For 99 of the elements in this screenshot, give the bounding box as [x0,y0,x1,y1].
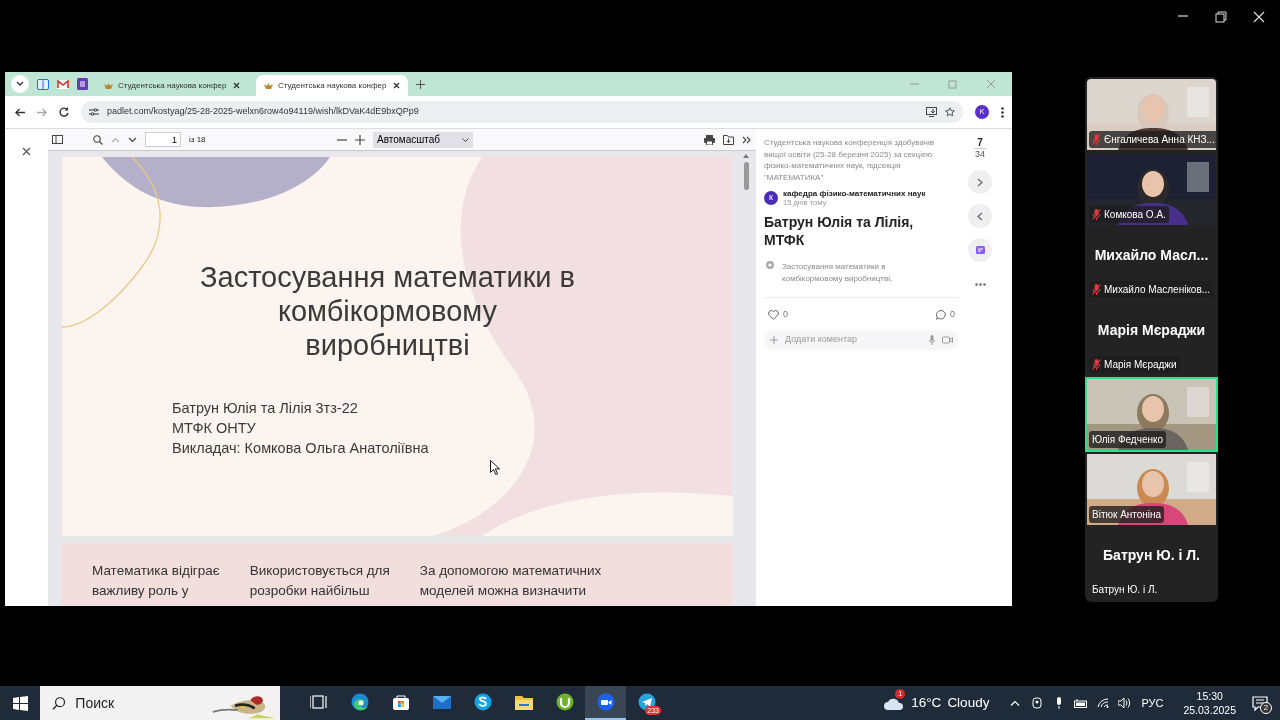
speaker-icon[interactable] [1118,698,1133,708]
participant-name-label: Комкова О.А. [1089,206,1169,223]
microphone-icon[interactable] [1056,697,1063,709]
search-icon[interactable] [93,134,103,145]
back-icon[interactable] [15,107,25,117]
search-box[interactable]: Поиск [40,686,280,720]
participant-name-label: Батрун Ю. і Л. [1091,583,1159,597]
participant-name-label: Марія Мєраджи [1089,356,1180,373]
comment-field[interactable]: Додати коментар [785,332,922,347]
crown-icon [104,81,113,90]
video-meeting-icon [596,693,615,711]
author-name: кафедра фізико-математичних наук [783,189,926,198]
slide-text: Батрун Юлія та Лілія 3тз-22 [172,399,358,418]
muted-microphone-icon [1092,359,1101,370]
store-icon [391,693,410,711]
print-icon[interactable] [704,134,715,145]
reload-icon[interactable] [59,107,69,117]
download-client-icon [555,693,574,711]
browser-tab[interactable]: Студентська наукова конфер [96,75,248,96]
arrow-up-icon[interactable] [743,154,749,158]
minus-icon[interactable] [337,138,347,141]
slide-text: МТФК ОНТУ [172,419,256,438]
attachment-link[interactable]: Застосування математики в комбікормовому виробництві, [782,261,912,284]
muted-microphone-icon [1092,284,1101,295]
page-number-field[interactable]: 1 [145,132,181,147]
task-view-icon [309,693,328,711]
message-icon [1252,695,1268,712]
site-settings-icon[interactable] [89,108,99,116]
comments-button[interactable]: 0 [936,308,955,322]
mail-icon [432,693,451,711]
slide-text: Математика відіграє важливу роль у [92,562,220,600]
participant-name-label: Юлія Федченко [1089,431,1167,448]
post-title: Батрун Юлія та Лілія, МТФК [764,213,914,249]
camera-icon[interactable] [1032,697,1043,709]
participant-name-label: Вітюк Антоніна [1089,506,1165,523]
video-camera-icon[interactable] [942,335,953,344]
form-icon[interactable] [77,78,88,90]
notification-badge: 2 [1260,702,1272,714]
battery-icon[interactable] [1074,698,1089,708]
install-app-icon[interactable] [926,107,937,117]
sidebar-icon[interactable] [52,135,63,144]
search-icon [52,695,66,711]
participant-display-name: Марія Мєраджи [1097,321,1206,340]
browser-icon [350,693,369,711]
notifications-button[interactable]: 2 [1240,686,1280,720]
close-icon[interactable] [22,147,31,156]
reading-list-icon[interactable] [37,78,49,90]
chevron-right-icon[interactable] [977,177,983,187]
language-indicator[interactable]: РУС [1141,694,1164,712]
muted-microphone-icon [1092,134,1101,145]
participant-name-label: Михайло Масленіков... [1089,281,1214,298]
url-field[interactable]: padlet.com/kostyag/25-28-2025-welxn6row4o94119/wish/lkDVaK4dE9bxQPp9 [81,101,963,123]
chevron-down-icon[interactable] [128,136,137,143]
restore-icon[interactable] [1215,11,1227,23]
post-total: 34 [975,149,985,160]
heart-icon [768,309,779,320]
wifi-icon[interactable] [1097,698,1110,708]
cloud-icon [883,696,906,710]
caret-icon [462,137,469,142]
save-icon[interactable] [723,134,734,145]
comment-box[interactable]: Додати коментар [764,329,959,350]
folder-icon [514,693,533,711]
like-button[interactable]: 0 [768,308,788,322]
windows-logo-icon[interactable] [12,695,28,711]
search-field[interactable]: Поиск [75,692,186,714]
skype-icon [473,693,492,711]
plus-icon[interactable] [416,79,425,89]
participant-name-label: Єнгаличева Анна КНЗ... [1089,131,1216,148]
close-icon[interactable] [393,82,400,89]
plus-icon[interactable] [355,134,365,145]
crown-icon [264,81,273,90]
muted-microphone-icon [1092,209,1101,220]
post-position: 7 [974,137,986,149]
clock[interactable]: 15:30 25.03.2025 [1183,689,1236,717]
slide-text: Викладач: Комкова Ольга Анатоліївна [172,439,429,458]
double-chevron-icon[interactable] [742,135,752,144]
menu-icon[interactable] [1001,106,1004,118]
mail-icon[interactable] [57,79,69,89]
page-count: із 18 [189,133,206,146]
slide-text: Використовується для розробки найбільш [249,562,390,600]
slide-title: Застосування математики в комбікормовому виробництві [199,260,576,362]
attachment-icon [766,261,774,269]
comment-icon [936,309,946,320]
participant-display-name: Михайло Масл... [1094,246,1209,265]
scrollbar-thumb[interactable] [743,162,749,190]
slide-text: За допомогою математичних моделей можна визначити [419,562,602,600]
star-icon[interactable] [945,107,955,117]
author-avatar: к [764,191,778,205]
taskbar-app[interactable] [585,686,626,720]
close-icon[interactable] [233,82,240,89]
zoom-select[interactable]: Автомасштаб [373,131,473,148]
note-icon[interactable] [975,246,985,254]
board-title: Студентська наукова конференція здобувачів вищої освіти (25-28 березня 2025) за секцією фізико-математичних наук, підсекція "МАТЕМАТИКА" [764,137,935,183]
more-icon[interactable] [974,282,986,286]
chevron-down-icon[interactable] [16,81,24,87]
participant-display-name: Батрун Ю. і Л. [1103,546,1200,565]
browser-tab[interactable]: Студентська наукова конфер [256,75,408,96]
cursor-icon [490,460,500,475]
chevron-left-icon[interactable] [977,211,983,221]
